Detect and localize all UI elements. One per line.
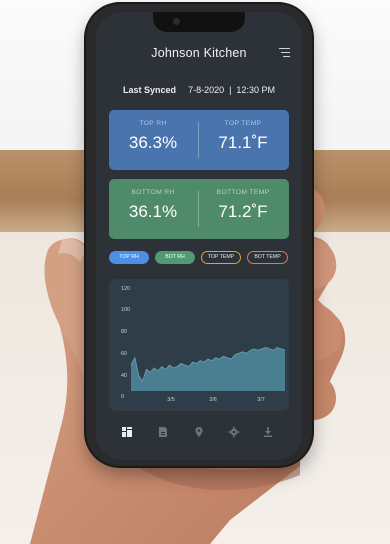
bottom-temp-label: BOTTOM TEMP xyxy=(216,189,270,196)
top-temp-cell: TOP TEMP 71.1˚F xyxy=(199,120,287,153)
rh-area-series xyxy=(131,347,285,391)
bottom-nav xyxy=(96,424,302,444)
gear-icon[interactable] xyxy=(228,426,240,438)
x-tick-label: 3/6 xyxy=(209,397,217,403)
history-chart[interactable]: 120 100 80 60 40 0 3/5 3/6 3/7 xyxy=(109,279,289,411)
chart-svg: 120 100 80 60 40 0 3/5 3/6 3/7 xyxy=(121,286,286,403)
top-rh-cell: TOP RH 36.3% xyxy=(109,120,197,153)
front-camera xyxy=(173,18,180,25)
series-filter-group: TOP RH BOT RH TOP TEMP BOT TEMP xyxy=(109,251,291,265)
bottom-rh-label: BOTTOM RH xyxy=(131,189,175,196)
document-icon[interactable] xyxy=(157,426,169,438)
page-title: Johnson Kitchen xyxy=(151,46,247,60)
location-pin-icon[interactable] xyxy=(193,426,205,438)
sync-status: Last Synced 7-8-2020 | 12:30 PM xyxy=(96,85,302,95)
y-tick-label: 40 xyxy=(121,373,127,379)
x-tick-label: 3/5 xyxy=(167,397,175,403)
top-rh-label: TOP RH xyxy=(139,120,167,127)
top-rh-value: 36.3% xyxy=(128,133,178,152)
bottom-rh-cell: BOTTOM RH 36.1% xyxy=(109,189,197,222)
y-tick-label: 100 xyxy=(121,307,130,313)
filter-bot-temp-button[interactable]: BOT TEMP xyxy=(247,251,288,264)
sync-value: 7-8-2020 | 12:30 PM xyxy=(188,85,275,95)
dashboard-icon[interactable] xyxy=(121,426,133,438)
bottom-temp-cell: BOTTOM TEMP 71.2˚F xyxy=(199,189,287,222)
filter-top-temp-button[interactable]: TOP TEMP xyxy=(201,251,241,264)
top-readings-card: TOP RH 36.3% TOP TEMP 71.1˚F xyxy=(109,110,289,170)
bottom-readings-card: BOTTOM RH 36.1% BOTTOM TEMP 71.2˚F xyxy=(109,179,289,239)
y-tick-label: 80 xyxy=(121,329,127,335)
top-temp-label: TOP TEMP xyxy=(224,120,262,127)
sync-label: Last Synced xyxy=(123,85,177,95)
top-temp-value: 71.1˚F xyxy=(218,133,268,152)
y-tick-label: 120 xyxy=(121,286,130,292)
y-tick-label: 60 xyxy=(121,351,127,357)
menu-icon[interactable] xyxy=(279,48,290,58)
bottom-temp-value: 71.2˚F xyxy=(218,202,268,221)
y-tick-label: 0 xyxy=(121,394,124,400)
download-icon[interactable] xyxy=(262,426,274,438)
filter-bot-rh-button[interactable]: BOT RH xyxy=(155,251,195,264)
phone-notch xyxy=(153,12,245,32)
filter-top-rh-button[interactable]: TOP RH xyxy=(109,251,149,264)
bottom-rh-value: 36.1% xyxy=(128,202,178,221)
x-tick-label: 3/7 xyxy=(257,397,265,403)
